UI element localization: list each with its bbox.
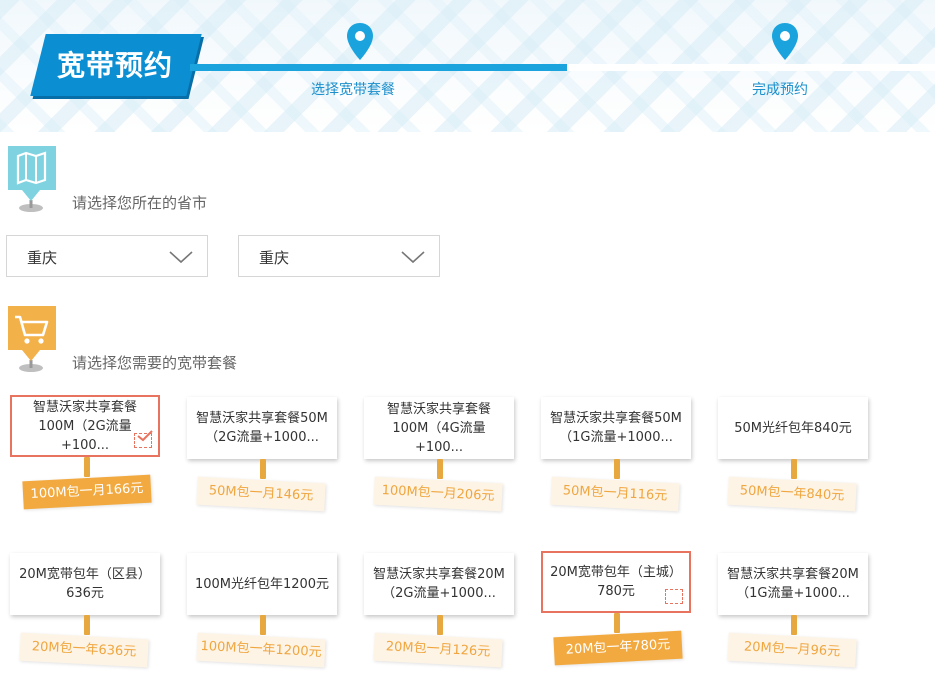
package-name: 智慧沃家共享套餐20M（1G流量+1000... — [727, 567, 859, 601]
package-price-tag[interactable]: 50M包一月116元 — [550, 476, 680, 512]
card-connector — [791, 615, 797, 635]
chevron-down-icon — [169, 251, 193, 264]
province-value: 重庆 — [27, 249, 58, 267]
package-name: 智慧沃家共享套餐100M（2G流量+100... — [32, 399, 137, 453]
package-card[interactable]: 50M光纤包年840元 — [718, 397, 868, 459]
map-icon — [8, 146, 56, 212]
card-connector — [437, 459, 443, 479]
package-card[interactable]: 智慧沃家共享套餐20M（2G流量+1000... — [364, 553, 514, 615]
package-price-tag[interactable]: 20M包一月126元 — [373, 632, 503, 668]
package-price-tag[interactable]: 20M包一年780元 — [553, 630, 683, 666]
shopping-cart-icon — [8, 306, 56, 372]
card-connector — [84, 615, 90, 635]
package-price-tag[interactable]: 20M包一月96元 — [727, 632, 857, 668]
package-price-tag[interactable]: 50M包一月146元 — [196, 476, 326, 512]
package-price-tag[interactable]: 20M包一年636元 — [19, 632, 149, 668]
step-2-location-pin-icon — [772, 23, 798, 60]
location-heading: 请选择您所在的省市 — [72, 194, 208, 212]
package-heading: 请选择您需要的宽带套餐 — [72, 354, 238, 372]
package-price-tag[interactable]: 50M包一年840元 — [727, 476, 857, 512]
package-card[interactable]: 智慧沃家共享套餐100M（4G流量+100... — [364, 397, 514, 459]
city-select[interactable]: 重庆 — [238, 235, 440, 277]
selected-checkbox — [134, 430, 153, 448]
package-name: 20M宽带包年（区县）636元 — [19, 567, 151, 601]
card-connector — [437, 615, 443, 635]
package-card[interactable]: 智慧沃家共享套餐100M（2G流量+100... — [10, 395, 160, 457]
package-card[interactable]: 20M宽带包年（主城）780元 — [541, 551, 691, 613]
province-select[interactable]: 重庆 — [6, 235, 208, 277]
package-name: 智慧沃家共享套餐100M（4G流量+100... — [386, 401, 491, 455]
package-card[interactable]: 智慧沃家共享套餐50M（2G流量+1000... — [187, 397, 337, 459]
step-1-label: 选择宽带套餐 — [311, 82, 395, 98]
card-connector — [260, 615, 266, 635]
step-2-label: 完成预约 — [752, 82, 808, 98]
package-price-tag[interactable]: 100M包一月166元 — [22, 474, 152, 510]
package-name: 智慧沃家共享套餐50M（1G流量+1000... — [550, 411, 682, 445]
package-name: 100M光纤包年1200元 — [194, 576, 330, 592]
selected-checkbox — [665, 589, 683, 604]
progress-bar-filled — [190, 64, 567, 71]
package-card[interactable]: 智慧沃家共享套餐50M（1G流量+1000... — [541, 397, 691, 459]
package-name: 智慧沃家共享套餐20M（2G流量+1000... — [373, 567, 505, 601]
package-card[interactable]: 智慧沃家共享套餐20M（1G流量+1000... — [718, 553, 868, 615]
package-name: 20M宽带包年（主城）780元 — [550, 565, 682, 599]
step-1-location-pin-icon — [347, 23, 373, 60]
progress-bar-remaining — [567, 64, 935, 71]
card-connector — [791, 459, 797, 479]
check-icon — [137, 430, 153, 442]
package-card[interactable]: 100M光纤包年1200元 — [187, 553, 337, 615]
package-name: 50M光纤包年840元 — [734, 420, 852, 436]
page-title: 宽带预约 — [56, 49, 173, 82]
card-connector — [260, 459, 266, 479]
package-name: 智慧沃家共享套餐50M（2G流量+1000... — [196, 411, 328, 445]
city-value: 重庆 — [259, 249, 290, 267]
card-connector — [614, 459, 620, 479]
package-price-tag[interactable]: 100M包一年1200元 — [196, 632, 326, 668]
card-connector — [614, 613, 620, 633]
chevron-down-icon — [401, 251, 425, 264]
card-connector — [84, 457, 90, 477]
package-price-tag[interactable]: 100M包一月206元 — [373, 476, 503, 512]
package-card[interactable]: 20M宽带包年（区县）636元 — [10, 553, 160, 615]
